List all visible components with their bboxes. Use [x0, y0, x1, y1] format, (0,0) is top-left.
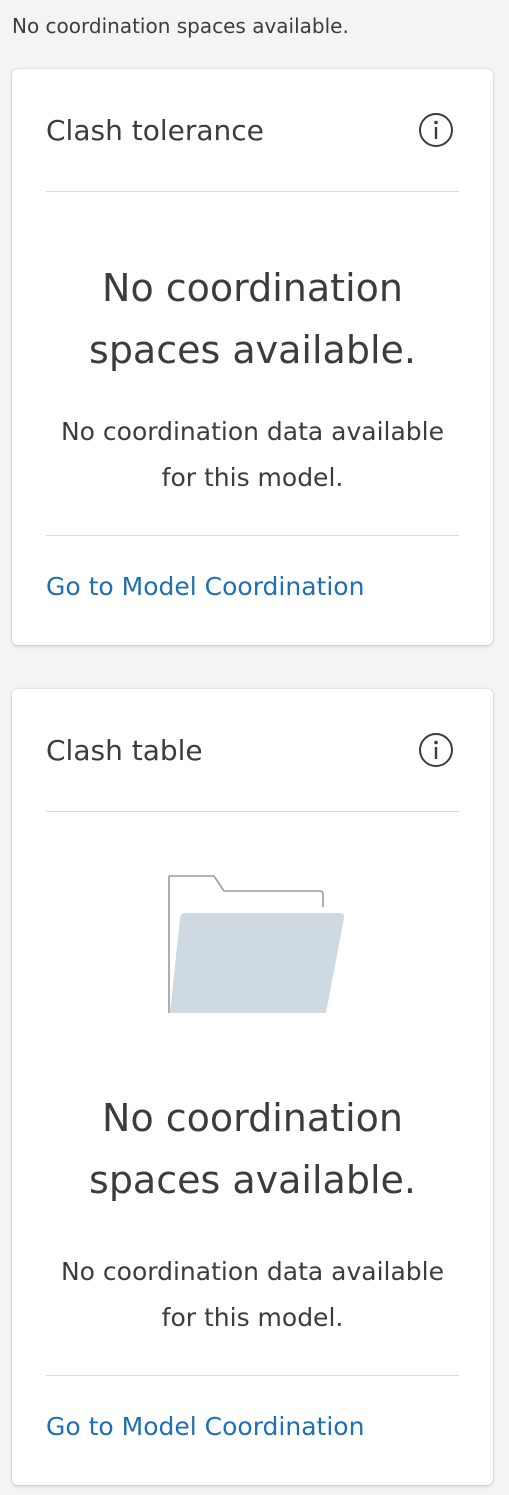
status-message: No coordination spaces available. [12, 14, 349, 38]
card-header: Clash table [46, 689, 459, 812]
empty-state-title: No coordination spaces available. [89, 1096, 416, 1202]
go-to-model-coordination-link[interactable]: Go to Model Coordination [46, 1410, 364, 1444]
empty-state-description: No coordination data available for this … [60, 417, 445, 492]
card-title: Clash table [46, 734, 203, 767]
clash-tolerance-card: Clash tolerance No coordination spaces a… [12, 69, 493, 645]
card-footer: Go to Model Coordination [46, 1375, 459, 1486]
info-icon[interactable] [417, 731, 455, 769]
empty-state-title: No coordination spaces available. [89, 266, 416, 372]
empty-state-description: No coordination data available for this … [60, 1257, 445, 1332]
card-title: Clash tolerance [46, 114, 264, 147]
go-to-model-coordination-link[interactable]: Go to Model Coordination [46, 570, 364, 604]
card-header: Clash tolerance [46, 69, 459, 192]
card-footer: Go to Model Coordination [46, 535, 459, 646]
clash-table-card: Clash table No coordination spaces avail… [12, 689, 493, 1485]
folder-icon [168, 875, 345, 1013]
info-icon[interactable] [417, 111, 455, 149]
